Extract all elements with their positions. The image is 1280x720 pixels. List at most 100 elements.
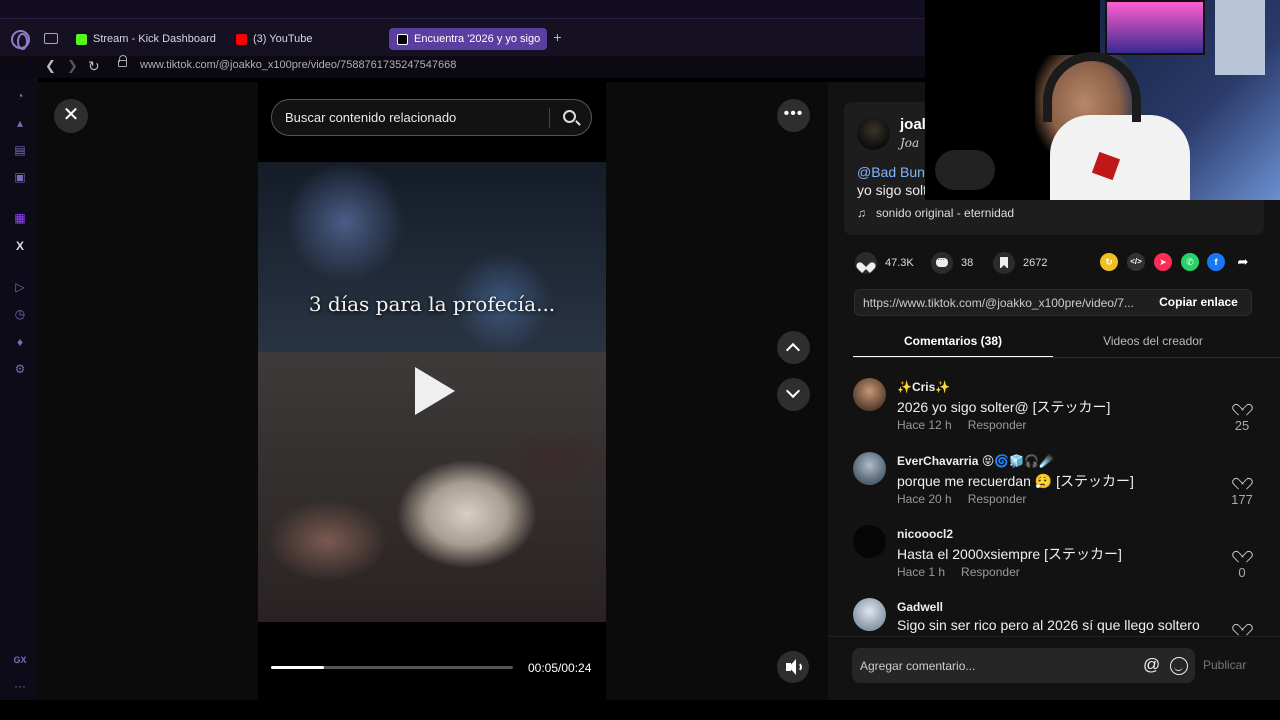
history-icon[interactable]: ◷: [12, 306, 28, 322]
heart-icon[interactable]: [1235, 545, 1249, 559]
heart-icon[interactable]: [1235, 398, 1249, 412]
search-icon[interactable]: [563, 110, 576, 123]
heart-icon[interactable]: [1235, 618, 1249, 632]
gx-icon[interactable]: GX: [12, 652, 28, 668]
comment-time: Hace 20 h: [897, 492, 952, 506]
like-count: 47.3K: [885, 257, 914, 269]
comment-avatar[interactable]: [853, 378, 886, 411]
back-icon[interactable]: ❮: [45, 58, 56, 74]
x-icon[interactable]: X: [12, 238, 28, 254]
comment-stat[interactable]: 38: [931, 252, 973, 274]
close-button[interactable]: ✕: [54, 99, 88, 133]
comment-meta: Hace 12 h Responder: [897, 418, 1026, 432]
bookmark-count: 2672: [1023, 257, 1048, 269]
publish-button[interactable]: Publicar: [1203, 658, 1246, 672]
comment-input[interactable]: [860, 648, 1140, 683]
forward-icon[interactable]: ❯: [67, 58, 78, 74]
progress-bar[interactable]: [271, 666, 513, 669]
tab-kick-dashboard[interactable]: Stream - Kick Dashboard: [68, 28, 228, 50]
comment-username[interactable]: EverChavarria 😝🌀🧊🎧☄️: [897, 454, 1054, 468]
news-icon[interactable]: ▤: [12, 142, 28, 158]
more-icon[interactable]: ···: [12, 678, 28, 694]
tab-youtube[interactable]: (3) YouTube: [228, 28, 378, 50]
volume-button[interactable]: [777, 651, 809, 683]
bookmark-stat[interactable]: 2672: [993, 252, 1047, 274]
tab-label: (3) YouTube: [253, 33, 313, 45]
tab-label: Encuentra '2026 y yo sigo: [414, 33, 541, 45]
heart-icon[interactable]: [1235, 472, 1249, 486]
facebook-icon[interactable]: f: [1207, 253, 1225, 271]
author-avatar[interactable]: [857, 117, 890, 150]
play-icon[interactable]: [415, 367, 455, 415]
extensions-icon[interactable]: ♦: [12, 334, 28, 350]
embed-icon[interactable]: </>: [1127, 253, 1145, 271]
comment-like-count: 25: [1234, 418, 1250, 433]
related-search-box[interactable]: [271, 99, 592, 136]
more-options-button[interactable]: •••: [777, 99, 810, 132]
comment-item: ✨Cris✨ 2026 yo sigo solter@ [ステッカー] Hace…: [853, 378, 1273, 448]
reload-icon[interactable]: ↻: [88, 58, 100, 75]
comment-like-count: 0: [1238, 565, 1246, 580]
video-time: 00:05/00:24: [528, 661, 592, 675]
whatsapp-icon[interactable]: ✆: [1181, 253, 1199, 271]
twitch-icon[interactable]: ▦: [12, 210, 28, 226]
video-frame: 3 días para la profecía...: [258, 162, 606, 622]
youtube-icon: [236, 33, 247, 45]
microphone-icon: [935, 150, 995, 190]
mention-at-icon[interactable]: @: [1143, 655, 1160, 675]
reply-button[interactable]: Responder: [968, 418, 1027, 432]
music-note-icon: ♫: [857, 206, 866, 220]
webcam-monitor: [1105, 0, 1205, 55]
like-stat[interactable]: 47.3K: [855, 252, 914, 274]
speed-dial-icon[interactable]: ◔: [12, 88, 28, 104]
tab-tiktok-active[interactable]: Encuentra '2026 y yo sigo: [389, 28, 547, 50]
new-tab-button[interactable]: +: [551, 30, 564, 44]
lock-icon: [118, 55, 127, 67]
tab-comments[interactable]: Comentarios (38): [853, 330, 1053, 358]
reply-button[interactable]: Responder: [968, 492, 1027, 506]
tab-switcher-icon[interactable]: [44, 33, 58, 44]
emoji-icon[interactable]: [1170, 657, 1188, 675]
video-link[interactable]: https://www.tiktok.com/@joakko_x100pre/v…: [863, 296, 1143, 310]
player-icon[interactable]: ▷: [12, 279, 28, 295]
chevron-up-icon: [785, 342, 801, 358]
send-icon[interactable]: ➤: [1154, 253, 1172, 271]
settings-icon[interactable]: ⚙: [12, 361, 28, 377]
music-link[interactable]: sonido original - eternidad: [876, 206, 1014, 220]
search-divider: [549, 108, 550, 128]
repost-icon[interactable]: ↻: [1100, 253, 1118, 271]
tab-creator-videos[interactable]: Videos del creador: [1053, 330, 1253, 358]
comment-count: 38: [961, 257, 974, 269]
messenger-icon[interactable]: ▣: [12, 169, 28, 185]
url-field[interactable]: www.tiktok.com/@joakko_x100pre/video/758…: [140, 59, 456, 71]
comment-item: nicooocl2 Hasta el 2000xsiempre [ステッカー] …: [853, 525, 1273, 595]
post-description: yo sigo solt: [857, 182, 928, 198]
comment-meta: Hace 1 h Responder: [897, 565, 1020, 579]
tab-label: Stream - Kick Dashboard: [93, 33, 216, 45]
bookmark-icon: [993, 252, 1015, 274]
comment-text: porque me recuerdan 😮‍💨 [ステッカー]: [897, 473, 1134, 489]
next-video-button[interactable]: [777, 378, 810, 411]
comment-username[interactable]: ✨Cris✨: [897, 380, 950, 394]
comment-avatar[interactable]: [853, 598, 886, 631]
browser-logo-icon[interactable]: [11, 30, 30, 50]
related-search-input[interactable]: [285, 100, 547, 135]
comment-text: Hasta el 2000xsiempre [ステッカー]: [897, 546, 1122, 562]
shop-icon[interactable]: ▴: [12, 115, 28, 131]
webcam-overlay: [925, 0, 1280, 200]
copy-link-button[interactable]: Copiar enlace: [1146, 290, 1251, 315]
kick-icon: [76, 33, 87, 45]
previous-video-button[interactable]: [777, 331, 810, 364]
progress-fill: [271, 666, 325, 669]
comment-like-count: 177: [1231, 492, 1253, 507]
comment-avatar[interactable]: [853, 452, 886, 485]
comment-username[interactable]: Gadwell: [897, 600, 943, 614]
webcam-poster: [1215, 0, 1265, 75]
speaker-icon: [786, 659, 796, 675]
video-player[interactable]: 3 días para la profecía...: [258, 82, 606, 700]
comment-username[interactable]: nicooocl2: [897, 527, 953, 541]
reply-button[interactable]: Responder: [961, 565, 1020, 579]
share-arrow-icon[interactable]: ➦: [1234, 253, 1252, 271]
mention-link[interactable]: @Bad Bunn: [857, 164, 933, 180]
comment-avatar[interactable]: [853, 525, 886, 558]
